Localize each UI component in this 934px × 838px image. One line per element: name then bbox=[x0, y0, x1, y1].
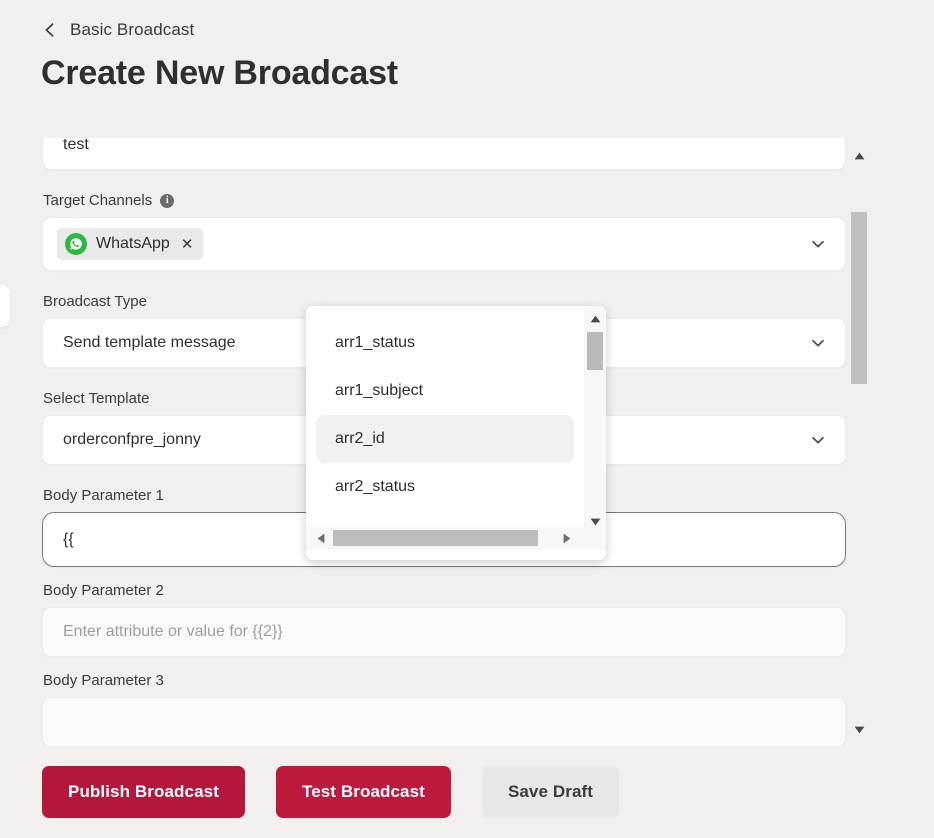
whatsapp-icon bbox=[65, 233, 87, 255]
body-parameter-2-placeholder: Enter attribute or value for {{2}} bbox=[63, 623, 283, 640]
publish-broadcast-button[interactable]: Publish Broadcast bbox=[42, 766, 245, 818]
action-bar: Publish Broadcast Test Broadcast Save Dr… bbox=[0, 746, 934, 838]
target-channels-label: Target Channels i bbox=[43, 192, 830, 209]
target-channels-select[interactable]: WhatsApp ✕ bbox=[42, 217, 846, 271]
close-icon[interactable]: ✕ bbox=[181, 237, 194, 252]
target-channels-field-row: Target Channels i WhatsApp ✕ bbox=[0, 192, 872, 271]
triangle-up-icon[interactable] bbox=[584, 309, 606, 329]
page-scrollbar-thumb[interactable] bbox=[851, 212, 867, 384]
list-item[interactable]: arr1_status bbox=[316, 319, 574, 367]
triangle-left-icon[interactable] bbox=[310, 527, 332, 549]
select-template-value: orderconfpre_jonny bbox=[63, 431, 201, 448]
dropdown-vertical-thumb[interactable] bbox=[587, 332, 603, 370]
test-broadcast-button[interactable]: Test Broadcast bbox=[275, 766, 451, 818]
save-draft-button[interactable]: Save Draft bbox=[481, 766, 620, 818]
attribute-dropdown-list: arr1_status arr1_subject arr2_id arr2_st… bbox=[306, 306, 584, 535]
page-scrollbar[interactable] bbox=[848, 138, 870, 746]
body-parameter-2-input[interactable]: Enter attribute or value for {{2}} bbox=[42, 607, 846, 657]
broadcast-type-value: Send template message bbox=[63, 334, 236, 351]
breadcrumb-label[interactable]: Basic Broadcast bbox=[70, 20, 194, 40]
chevron-down-icon[interactable] bbox=[809, 431, 827, 449]
channel-chip-whatsapp[interactable]: WhatsApp ✕ bbox=[57, 228, 204, 260]
list-item[interactable]: arr2_status bbox=[316, 463, 574, 511]
broadcast-name-value: test bbox=[63, 138, 89, 153]
body-parameter-3-field-row: Body Parameter 3 bbox=[0, 672, 872, 746]
channel-chip-label: WhatsApp bbox=[96, 235, 170, 252]
list-item[interactable]: arr2_id bbox=[316, 415, 574, 463]
chevron-left-icon[interactable] bbox=[42, 22, 58, 38]
edge-floating-card bbox=[0, 285, 10, 327]
list-item[interactable]: arr1_subject bbox=[316, 367, 574, 415]
body-parameter-1-value: {{ bbox=[63, 530, 74, 548]
triangle-up-icon[interactable] bbox=[848, 146, 870, 166]
breadcrumb[interactable]: Basic Broadcast bbox=[42, 17, 194, 43]
chevron-down-icon[interactable] bbox=[809, 334, 827, 352]
page-title: Create New Broadcast bbox=[41, 54, 398, 92]
broadcast-page: Basic Broadcast Create New Broadcast tes… bbox=[0, 0, 934, 838]
dropdown-horizontal-thumb[interactable] bbox=[333, 530, 538, 546]
broadcast-name-input[interactable]: test bbox=[42, 138, 846, 170]
attribute-dropdown[interactable]: arr1_status arr1_subject arr2_id arr2_st… bbox=[306, 306, 606, 560]
triangle-down-icon[interactable] bbox=[848, 720, 870, 740]
body-parameter-3-label: Body Parameter 3 bbox=[43, 672, 164, 689]
triangle-right-icon[interactable] bbox=[556, 527, 578, 549]
dropdown-vertical-scrollbar[interactable] bbox=[584, 306, 606, 535]
body-parameter-2-field-row: Body Parameter 2 Enter attribute or valu… bbox=[0, 582, 872, 657]
body-parameter-2-label: Body Parameter 2 bbox=[43, 582, 164, 599]
dropdown-horizontal-scrollbar[interactable] bbox=[306, 527, 606, 549]
target-channels-label-text: Target Channels bbox=[43, 192, 153, 209]
broadcast-name-field-row: test bbox=[0, 138, 872, 170]
body-parameter-3-input[interactable] bbox=[42, 697, 846, 746]
chevron-down-icon[interactable] bbox=[809, 235, 827, 253]
info-icon[interactable]: i bbox=[160, 193, 175, 208]
